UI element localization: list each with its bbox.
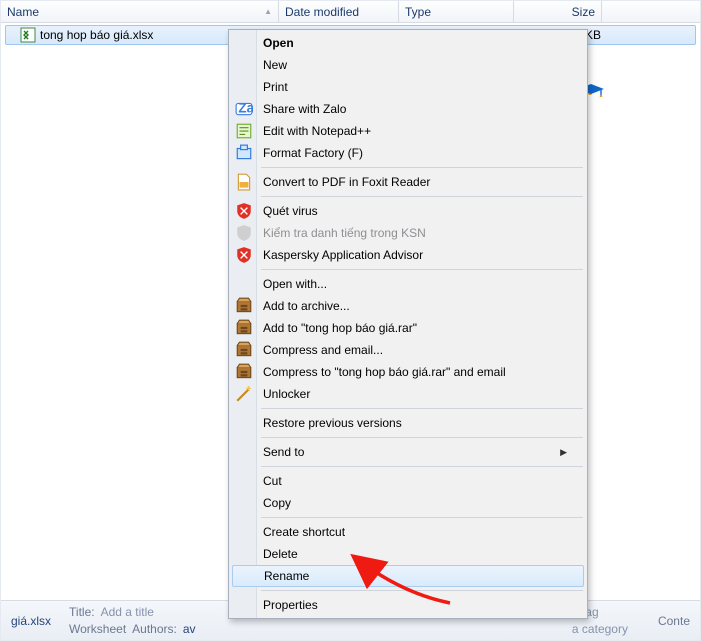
- menu-compress-rar-email[interactable]: Compress to "tong hop báo giá.rar" and e…: [231, 361, 585, 383]
- menu-separator: [261, 466, 583, 467]
- context-menu: Open New Print Zalo Share with Zalo Edit…: [228, 29, 588, 619]
- menu-new[interactable]: New: [231, 54, 585, 76]
- column-label: Name: [7, 5, 39, 19]
- menu-separator: [261, 590, 583, 591]
- menu-separator: [261, 269, 583, 270]
- details-category[interactable]: a category: [572, 622, 628, 636]
- winrar-icon: [235, 319, 253, 337]
- ksn-icon: [235, 224, 253, 242]
- svg-text:Zalo: Zalo: [238, 100, 253, 115]
- menu-cut[interactable]: Cut: [231, 470, 585, 492]
- column-label: Size: [572, 5, 595, 19]
- zalo-icon: Zalo: [235, 100, 253, 118]
- details-authors-value[interactable]: av: [183, 622, 196, 636]
- column-header-name[interactable]: Name ▲: [1, 1, 279, 22]
- menu-copy[interactable]: Copy: [231, 492, 585, 514]
- column-header-row: Name ▲ Date modified Type Size: [1, 1, 700, 23]
- menu-restore-versions[interactable]: Restore previous versions: [231, 412, 585, 434]
- format-factory-icon: [235, 144, 253, 162]
- kaspersky-icon: [235, 246, 253, 264]
- menu-convert-foxit[interactable]: Convert to PDF in Foxit Reader: [231, 171, 585, 193]
- menu-properties[interactable]: Properties: [231, 594, 585, 616]
- menu-open-with[interactable]: Open with...: [231, 273, 585, 295]
- menu-share-zalo[interactable]: Zalo Share with Zalo: [231, 98, 585, 120]
- menu-create-shortcut[interactable]: Create shortcut: [231, 521, 585, 543]
- column-label: Type: [405, 5, 431, 19]
- menu-unlocker[interactable]: Unlocker: [231, 383, 585, 405]
- menu-add-archive[interactable]: Add to archive...: [231, 295, 585, 317]
- menu-print[interactable]: Print: [231, 76, 585, 98]
- menu-delete[interactable]: Delete: [231, 543, 585, 565]
- notepadpp-icon: [235, 122, 253, 140]
- menu-scan-virus[interactable]: Quét virus: [231, 200, 585, 222]
- column-header-size[interactable]: Size: [514, 1, 602, 22]
- menu-separator: [261, 408, 583, 409]
- menu-separator: [261, 196, 583, 197]
- details-title-value[interactable]: Add a title: [101, 605, 154, 619]
- column-label: Date modified: [285, 5, 359, 19]
- details-title-label: Title:: [69, 605, 95, 619]
- menu-send-to[interactable]: Send to ▶: [231, 441, 585, 463]
- winrar-icon: [235, 341, 253, 359]
- menu-format-factory[interactable]: Format Factory (F): [231, 142, 585, 164]
- menu-open[interactable]: Open: [231, 32, 585, 54]
- menu-rename[interactable]: Rename: [232, 565, 584, 587]
- kaspersky-shield-icon: [235, 202, 253, 220]
- menu-separator: [261, 167, 583, 168]
- foxit-pdf-icon: [235, 173, 253, 191]
- excel-file-icon: [20, 27, 36, 43]
- menu-add-to-rar[interactable]: Add to "tong hop báo giá.rar": [231, 317, 585, 339]
- details-authors-label: Authors:: [132, 622, 177, 636]
- column-header-type[interactable]: Type: [399, 1, 514, 22]
- unlocker-wand-icon: [235, 385, 253, 403]
- menu-edit-notepadpp[interactable]: Edit with Notepad++: [231, 120, 585, 142]
- sort-asc-icon: ▲: [264, 7, 272, 16]
- winrar-icon: [235, 363, 253, 381]
- menu-kaspersky-advisor[interactable]: Kaspersky Application Advisor: [231, 244, 585, 266]
- menu-separator: [261, 517, 583, 518]
- details-content-label: Conte: [658, 614, 690, 628]
- menu-check-ksn: Kiểm tra danh tiếng trong KSN: [231, 222, 585, 244]
- winrar-icon: [235, 297, 253, 315]
- submenu-arrow-icon: ▶: [560, 447, 567, 458]
- details-worksheet-label: Worksheet: [69, 622, 126, 636]
- column-header-date[interactable]: Date modified: [279, 1, 399, 22]
- details-filename: giá.xlsx: [11, 614, 51, 628]
- menu-separator: [261, 437, 583, 438]
- menu-compress-email[interactable]: Compress and email...: [231, 339, 585, 361]
